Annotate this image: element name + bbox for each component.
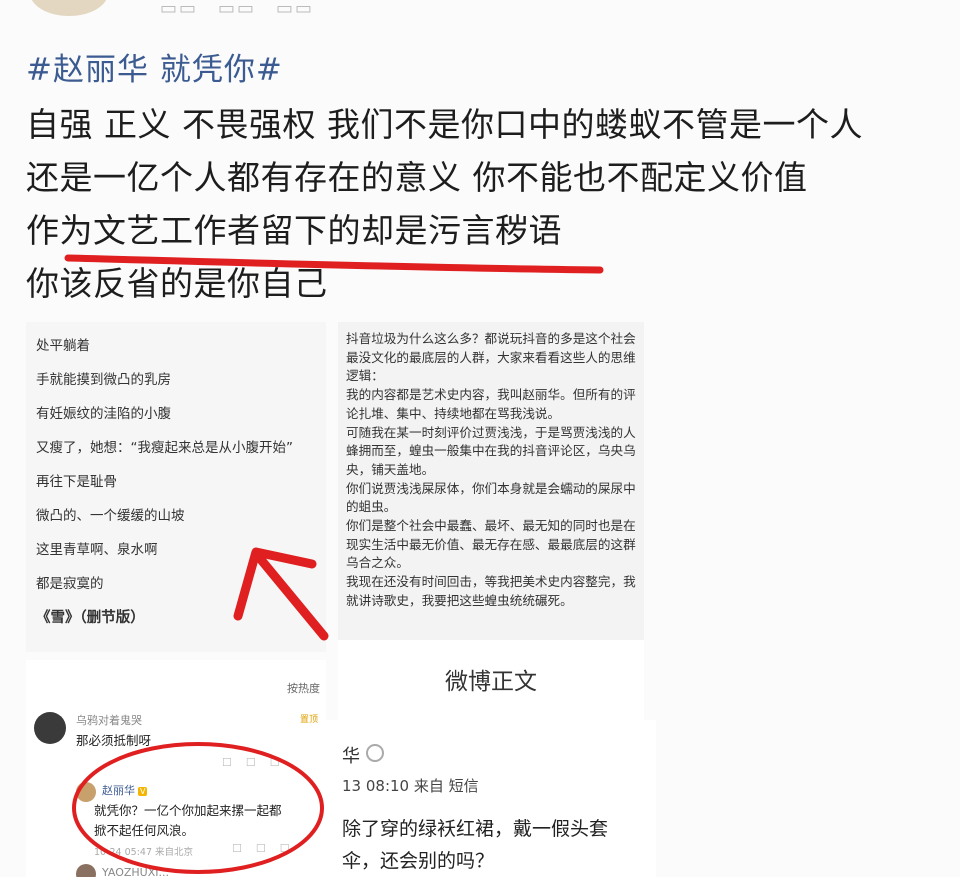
weibo-text-line-2: 伞，还会别的吗？	[342, 850, 495, 872]
comments-screenshot: 按热度 乌鸦对着鬼哭 置顶 那必须抵制呀 ☐☐☐ 赵丽华 V 就凭你？一亿个你加起…	[26, 660, 326, 877]
image-caption: 微博正文	[445, 669, 537, 695]
commenter-name[interactable]: YAOZHUXI...	[102, 866, 169, 877]
post-text-line-2: 还是一亿个人都有存在的意义 你不能也不配定义价值	[26, 158, 808, 197]
article-screenshot: 抖音垃圾为什么这么多？都说玩抖音的多是这个社会最没文化的最底层的人群，大家来看看…	[338, 322, 644, 640]
caption-box: 微博正文	[338, 640, 644, 720]
hashtag-link[interactable]: #赵丽华 就凭你#	[26, 44, 283, 89]
article-paragraph: 可随我在某一时刻评价过贾浅浅，于是骂贾浅浅的人蜂拥而至，蝗虫一般集中在我的抖音评…	[346, 424, 636, 477]
avatar[interactable]	[34, 712, 66, 744]
poem-line: 都是寂寞的	[36, 576, 104, 592]
reply-author-label[interactable]: 赵丽华	[102, 784, 135, 797]
poem-title: 《雪》（删节版）	[36, 610, 145, 626]
article-paragraph: 抖音垃圾为什么这么多？都说玩抖音的多是这个社会最没文化的最底层的人群，大家来看看…	[346, 331, 636, 384]
comment-text: 那必须抵制呀	[76, 733, 152, 748]
reply-text-line-2: 掀不起任何风浪。	[94, 823, 195, 838]
article-paragraph: 你们说贾浅浅屎尿体，你们本身就是会蠕动的屎尿中的蛆虫。	[346, 480, 636, 515]
comment-actions[interactable]: ☐☐☐	[222, 756, 294, 769]
article-paragraph: 你们是整个社会中最蠢、最坏、最无知的同时也是在现实生活中最无价值、最无存在感、最…	[346, 518, 636, 571]
avatar	[30, 0, 108, 16]
pinned-tag: 置顶	[299, 715, 318, 725]
poem-line: 有妊娠纹的洼陷的小腹	[36, 406, 171, 422]
faded-header-text: ▭▭ ▭▭ ▭▭	[160, 0, 315, 19]
author-name-fragment[interactable]: 华	[342, 742, 360, 768]
reply-actions[interactable]: ☐☐☐	[232, 842, 304, 855]
reply-text-line-1: 就凭你？一亿个你加起来摞一起都	[94, 803, 282, 818]
reply-meta: 10-24 05:47 来自北京	[94, 847, 194, 858]
article-paragraph: 我现在还没有时间回击，等我把美术史内容整完，我就讲诗歌史，我要把这些蝗虫统统碾死…	[346, 574, 636, 608]
poem-line: 处平躺着	[36, 338, 90, 354]
poem-line: 再往下是耻骨	[36, 474, 117, 490]
poem-line: 又瘦了，她想：“我瘦起来总是从小腹开始”	[36, 440, 293, 456]
avatar[interactable]	[76, 782, 96, 802]
avatar[interactable]	[76, 864, 96, 877]
weibo-detail-screenshot: 华 13 08:10 来自 短信 除了穿的绿袄红裙，戴一假头套 伞，还会别的吗？	[326, 720, 656, 877]
previous-post-strip: ▭▭ ▭▭ ▭▭	[0, 0, 960, 36]
article-paragraph: 我的内容都是艺术史内容，我叫赵丽华。但所有的评论扎堆、集中、持续地都在骂我浅说。	[346, 387, 636, 421]
commenter-name[interactable]: 乌鸦对着鬼哭	[76, 712, 142, 728]
poem-line: 这里青草啊、泉水啊	[36, 542, 158, 558]
poem-screenshot: 处平躺着 手就能摸到微凸的乳房 有妊娠纹的洼陷的小腹 又瘦了，她想：“我瘦起来总…	[26, 322, 326, 652]
medal-icon	[366, 744, 384, 762]
poem-line: 手就能摸到微凸的乳房	[36, 372, 171, 388]
poem-line: 微凸的、一个缓缓的山坡	[36, 508, 185, 524]
post-text-line-3: 作为文艺工作者留下的却是污言秽语	[26, 211, 562, 250]
weibo-text-line-1: 除了穿的绿袄红裙，戴一假头套	[342, 818, 609, 840]
post-text-line-4: 你该反省的是你自己	[26, 264, 328, 303]
vip-badge: V	[138, 786, 148, 796]
sort-label[interactable]: 按热度	[287, 680, 320, 696]
article-text: 抖音垃圾为什么这么多？都说玩抖音的多是这个社会最没文化的最底层的人群，大家来看看…	[346, 330, 636, 611]
reply-author-name[interactable]: 赵丽华 V	[102, 782, 148, 798]
post-meta: 13 08:10 来自 短信	[342, 777, 479, 795]
post-text-line-1: 自强 正义 不畏强权 我们不是你口中的蝼蚁不管是一个人	[26, 105, 863, 144]
